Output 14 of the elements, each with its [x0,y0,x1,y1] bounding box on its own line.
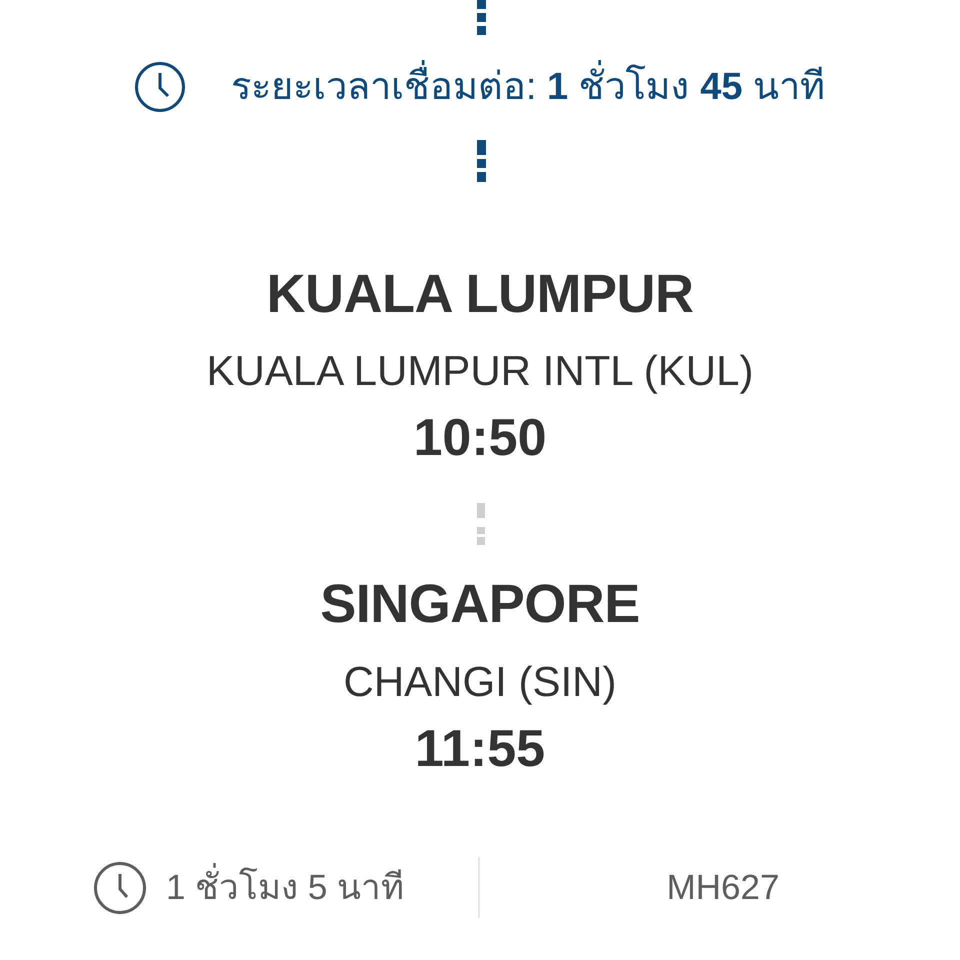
flight-time: 10:50 [414,410,546,466]
clock-icon [134,62,185,112]
flight-duration: 1 ชั่วโมง 5 นาที [166,866,404,910]
dashed-connector [476,140,486,182]
city-name: SINGAPORE [320,574,640,634]
airport-name: KUALA LUMPUR INTL (KUL) [206,348,754,394]
dashed-connector [477,503,485,545]
flight-time: 11:55 [414,721,546,777]
airport-name: CHANGI (SIN) [344,659,616,705]
city-name: KUALA LUMPUR [266,264,694,324]
clock-icon [94,862,146,914]
flight-number: MH627 [666,866,780,908]
connection-time-text: ระยะเวลาเชื่อมต่อ: 1 ชั่วโมง 45 นาที [230,62,826,112]
dashed-connector [476,0,486,35]
